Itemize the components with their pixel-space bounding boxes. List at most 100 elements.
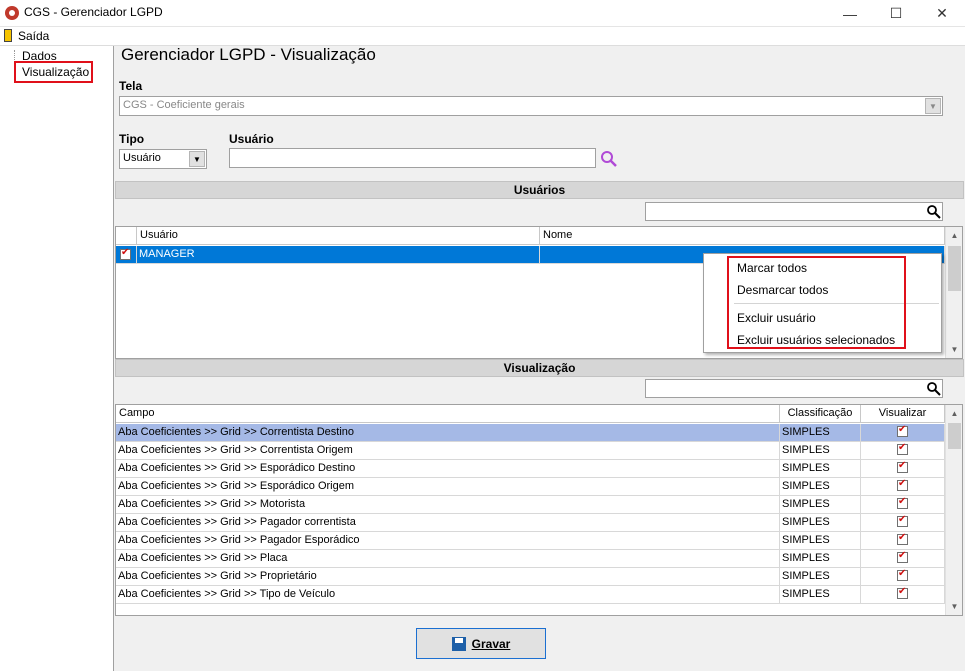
exit-door-icon: [4, 29, 12, 42]
window-title: CGS - Gerenciador LGPD: [24, 5, 163, 19]
tela-value: CGS - Coeficiente gerais: [123, 99, 245, 111]
visualizar-checkbox[interactable]: [897, 550, 908, 563]
tipo-select[interactable]: Usuário ▼: [119, 149, 207, 169]
cell-classificacao: SIMPLES: [780, 442, 861, 460]
search-icon[interactable]: [600, 150, 618, 168]
menu-exit[interactable]: Saída: [18, 29, 49, 43]
table-row[interactable]: Aba Coeficientes >> Grid >> Correntista …: [116, 424, 945, 442]
annotation-highlight: [14, 61, 93, 83]
visualizar-checkbox[interactable]: [897, 532, 908, 545]
cell-classificacao: SIMPLES: [780, 496, 861, 514]
column-header-campo[interactable]: Campo: [116, 405, 780, 422]
usuario-input[interactable]: [229, 148, 596, 168]
maximize-button[interactable]: ☐: [873, 0, 919, 27]
table-row[interactable]: Aba Coeficientes >> Grid >> Tipo de Veíc…: [116, 586, 945, 604]
tela-combobox[interactable]: CGS - Coeficiente gerais ▼: [119, 96, 943, 116]
cell-campo: Aba Coeficientes >> Grid >> Correntista …: [116, 424, 780, 442]
cell-visualizar: [861, 478, 945, 496]
save-button[interactable]: Gravar: [416, 628, 546, 659]
visualizacao-scrollbar[interactable]: ▲ ▼: [945, 405, 962, 615]
table-row[interactable]: Aba Coeficientes >> Grid >> Motorista SIM…: [116, 496, 945, 514]
cell-campo: Aba Coeficientes >> Grid >> Pagador corr…: [116, 514, 780, 532]
scroll-down-icon[interactable]: ▼: [946, 341, 962, 358]
table-row[interactable]: Aba Coeficientes >> Grid >> Proprietário…: [116, 568, 945, 586]
table-row[interactable]: Aba Coeficientes >> Grid >> Esporádico O…: [116, 478, 945, 496]
usuarios-filter-input[interactable]: [645, 202, 943, 221]
table-row[interactable]: Aba Coeficientes >> Grid >> Pagador Espo…: [116, 532, 945, 550]
minimize-button[interactable]: —: [827, 0, 873, 27]
chevron-down-icon[interactable]: ▼: [189, 151, 205, 167]
visualizar-checkbox[interactable]: [897, 442, 908, 455]
visualizar-checkbox[interactable]: [897, 460, 908, 473]
cell-visualizar: [861, 514, 945, 532]
visualizar-checkbox[interactable]: [897, 424, 908, 437]
visualizar-checkbox[interactable]: [897, 496, 908, 509]
menu-bar: Saída: [0, 27, 965, 46]
table-row[interactable]: Aba Coeficientes >> Grid >> Pagador corr…: [116, 514, 945, 532]
app-icon: [5, 6, 19, 20]
tela-label: Tela: [119, 79, 143, 93]
table-row[interactable]: Aba Coeficientes >> Grid >> Placa SIMPLES: [116, 550, 945, 568]
cell-classificacao: SIMPLES: [780, 478, 861, 496]
table-row[interactable]: Aba Coeficientes >> Grid >> Correntista …: [116, 442, 945, 460]
tipo-value: Usuário: [123, 152, 161, 164]
row-checkbox[interactable]: [120, 247, 131, 260]
visualizar-checkbox[interactable]: [897, 568, 908, 581]
column-header-nome[interactable]: Nome: [540, 227, 945, 244]
cell-campo: Aba Coeficientes >> Grid >> Esporádico D…: [116, 460, 780, 478]
column-header-classificacao[interactable]: Classificação: [780, 405, 861, 422]
column-header-visualizar[interactable]: Visualizar: [861, 405, 945, 422]
save-button-label: Gravar: [471, 636, 511, 651]
scroll-thumb[interactable]: [948, 246, 961, 291]
cell-usuario: MANAGER: [137, 246, 540, 264]
cell-campo: Aba Coeficientes >> Grid >> Correntista …: [116, 442, 780, 460]
cell-campo: Aba Coeficientes >> Grid >> Esporádico O…: [116, 478, 780, 496]
cell-visualizar: [861, 496, 945, 514]
search-icon[interactable]: [926, 381, 941, 396]
cell-classificacao: SIMPLES: [780, 550, 861, 568]
table-row[interactable]: Aba Coeficientes >> Grid >> Esporádico D…: [116, 460, 945, 478]
cell-classificacao: SIMPLES: [780, 586, 861, 604]
title-bar: CGS - Gerenciador LGPD — ☐ ✕: [0, 0, 965, 27]
cell-classificacao: SIMPLES: [780, 514, 861, 532]
visualizar-checkbox[interactable]: [897, 514, 908, 527]
visualizacao-grid-header: Campo Classificação Visualizar: [116, 405, 945, 423]
cell-campo: Aba Coeficientes >> Grid >> Pagador Espo…: [116, 532, 780, 550]
visualizacao-filter-input[interactable]: [645, 379, 943, 398]
scroll-thumb[interactable]: [948, 423, 961, 449]
cell-campo: Aba Coeficientes >> Grid >> Tipo de Veíc…: [116, 586, 780, 604]
usuarios-section-header: Usuários: [115, 181, 964, 199]
cell-visualizar: [861, 424, 945, 442]
visualizar-checkbox[interactable]: [897, 478, 908, 491]
close-button[interactable]: ✕: [919, 0, 965, 27]
cell-visualizar: [861, 442, 945, 460]
column-header-usuario[interactable]: Usuário: [137, 227, 540, 244]
usuarios-scrollbar[interactable]: ▲ ▼: [945, 227, 962, 358]
visualizacao-section-header: Visualização: [115, 359, 964, 377]
cell-visualizar: [861, 532, 945, 550]
annotation-highlight: [727, 256, 906, 349]
cell-classificacao: SIMPLES: [780, 424, 861, 442]
scroll-down-icon[interactable]: ▼: [946, 598, 962, 615]
floppy-disk-icon: [451, 636, 466, 651]
cell-visualizar: [861, 460, 945, 478]
cell-classificacao: SIMPLES: [780, 568, 861, 586]
visualizar-checkbox[interactable]: [897, 586, 908, 599]
cell-visualizar: [861, 586, 945, 604]
cell-visualizar: [861, 550, 945, 568]
visualizacao-grid: Campo Classificação Visualizar Aba Coefi…: [115, 404, 963, 616]
search-icon[interactable]: [926, 204, 941, 219]
page-title: Gerenciador LGPD - Visualização: [121, 45, 376, 64]
chevron-down-icon[interactable]: ▼: [925, 98, 941, 114]
navigation-tree: Dados Visualização: [0, 46, 114, 671]
tipo-label: Tipo: [119, 132, 145, 146]
cell-classificacao: SIMPLES: [780, 532, 861, 550]
cell-classificacao: SIMPLES: [780, 460, 861, 478]
usuario-label: Usuário: [229, 132, 274, 146]
cell-campo: Aba Coeficientes >> Grid >> Placa: [116, 550, 780, 568]
cell-campo: Aba Coeficientes >> Grid >> Motorista: [116, 496, 780, 514]
scroll-up-icon[interactable]: ▲: [946, 227, 962, 244]
scroll-up-icon[interactable]: ▲: [946, 405, 962, 422]
cell-campo: Aba Coeficientes >> Grid >> Proprietário: [116, 568, 780, 586]
cell-visualizar: [861, 568, 945, 586]
